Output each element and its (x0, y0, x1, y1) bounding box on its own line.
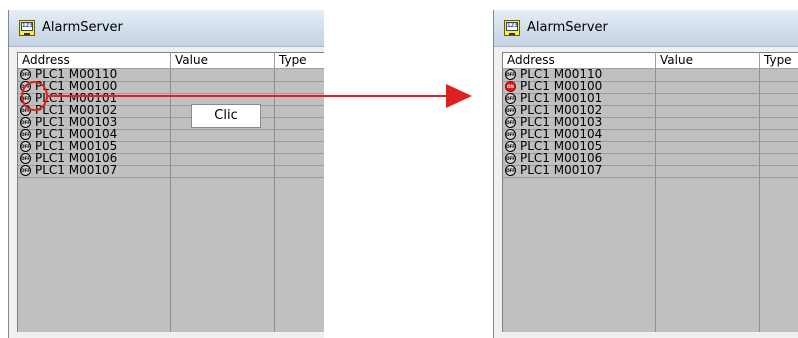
alarm-off-icon[interactable]: OFF (505, 141, 516, 152)
alarm-off-icon[interactable]: OFF (505, 93, 516, 104)
alarm-off-icon[interactable]: OFF (20, 117, 31, 128)
click-highlight-circle (21, 81, 48, 111)
address-label: PLC1 M00107 (35, 163, 118, 177)
alarm-off-icon[interactable]: OFF (505, 117, 516, 128)
column-header-address[interactable]: Address (503, 53, 656, 68)
address-label: PLC1 M00107 (520, 163, 603, 177)
window-title: AlarmServer (527, 20, 608, 35)
app-icon: 123 (19, 20, 35, 36)
alarm-off-icon[interactable]: OFF (20, 129, 31, 140)
list-item[interactable]: OFF PLC1 M00107 (18, 163, 324, 178)
alarm-off-icon[interactable]: OFF (20, 141, 31, 152)
alarm-off-icon[interactable]: OFF (505, 165, 516, 176)
column-header-type[interactable]: Type (760, 53, 798, 68)
title-bar: 123 AlarmServer (494, 10, 798, 47)
alarm-off-icon[interactable]: OFF (505, 105, 516, 116)
alarm-off-icon[interactable]: OFF (505, 153, 516, 164)
title-bar: 123 AlarmServer (9, 10, 324, 47)
arrow-head-icon (446, 84, 472, 108)
address-list[interactable]: Address Value Type OFF PLC1 M00110 OFF PLC1… (17, 52, 324, 332)
alarm-off-icon[interactable]: OFF (20, 69, 31, 80)
column-header-type[interactable]: Type (275, 53, 324, 68)
alarm-off-icon[interactable]: OFF (505, 129, 516, 140)
column-header-value[interactable]: Value (656, 53, 760, 68)
column-header-address[interactable]: Address (18, 53, 171, 68)
alarm-off-icon[interactable]: OFF (505, 69, 516, 80)
alarm-off-icon[interactable]: OFF (20, 153, 31, 164)
window-title: AlarmServer (42, 20, 123, 35)
app-icon: 123 (504, 20, 520, 36)
alarm-on-icon[interactable]: ON (505, 81, 516, 92)
app-icon-label: 123 (507, 22, 518, 29)
alarm-off-icon[interactable]: OFF (20, 165, 31, 176)
app-icon-label: 123 (22, 22, 33, 29)
click-callout: Clic (191, 104, 261, 128)
list-item[interactable]: OFF PLC1 M00107 (503, 163, 798, 178)
column-header-value[interactable]: Value (171, 53, 275, 68)
address-list[interactable]: Address Value Type OFF PLC1 M00110 ON PLC1 … (502, 52, 798, 332)
alarm-server-window-after: 123 AlarmServer Address Value Type OFF PL… (493, 10, 798, 338)
alarm-server-window-before: 123 AlarmServer Address Value Type OFF PL… (8, 10, 324, 338)
arrow-line (48, 95, 446, 97)
